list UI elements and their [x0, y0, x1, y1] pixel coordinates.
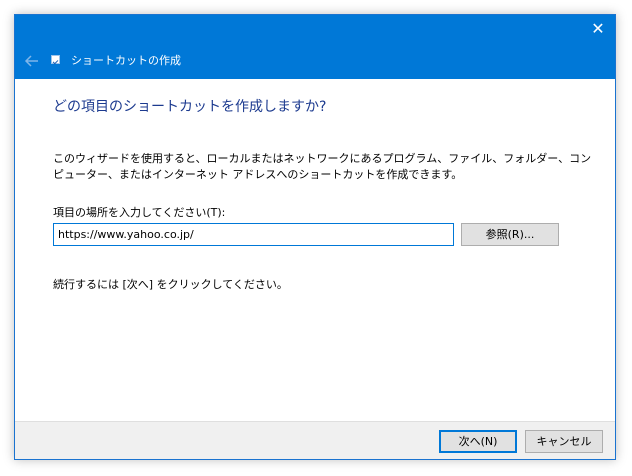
description-text: このウィザードを使用すると、ローカルまたはネットワークにあるプログラム、ファイル…	[53, 152, 592, 181]
wizard-title: ショートカットの作成	[71, 54, 181, 67]
create-shortcut-window: ✕ ショートカットの作成 どの項目のショートカットを作成しますか? このウィザー…	[14, 14, 616, 460]
footer-bar: 次へ(N) キャンセル	[15, 421, 615, 459]
close-button[interactable]: ✕	[581, 15, 615, 43]
next-button[interactable]: 次へ(N)	[439, 430, 517, 453]
continue-hint: 続行するには [次へ] をクリックしてください。	[53, 278, 288, 291]
shortcut-icon	[51, 55, 60, 64]
browse-button[interactable]: 参照(R)...	[461, 223, 559, 246]
location-input[interactable]	[53, 223, 454, 246]
back-button[interactable]	[23, 52, 41, 70]
close-icon: ✕	[591, 19, 605, 38]
wizard-header: ショートカットの作成	[15, 43, 615, 79]
cancel-button[interactable]: キャンセル	[525, 430, 603, 453]
location-label: 項目の場所を入力してください(T):	[53, 206, 226, 219]
page-heading: どの項目のショートカットを作成しますか?	[53, 99, 327, 115]
title-bar: ✕	[15, 15, 615, 43]
arrow-left-icon	[24, 55, 38, 67]
